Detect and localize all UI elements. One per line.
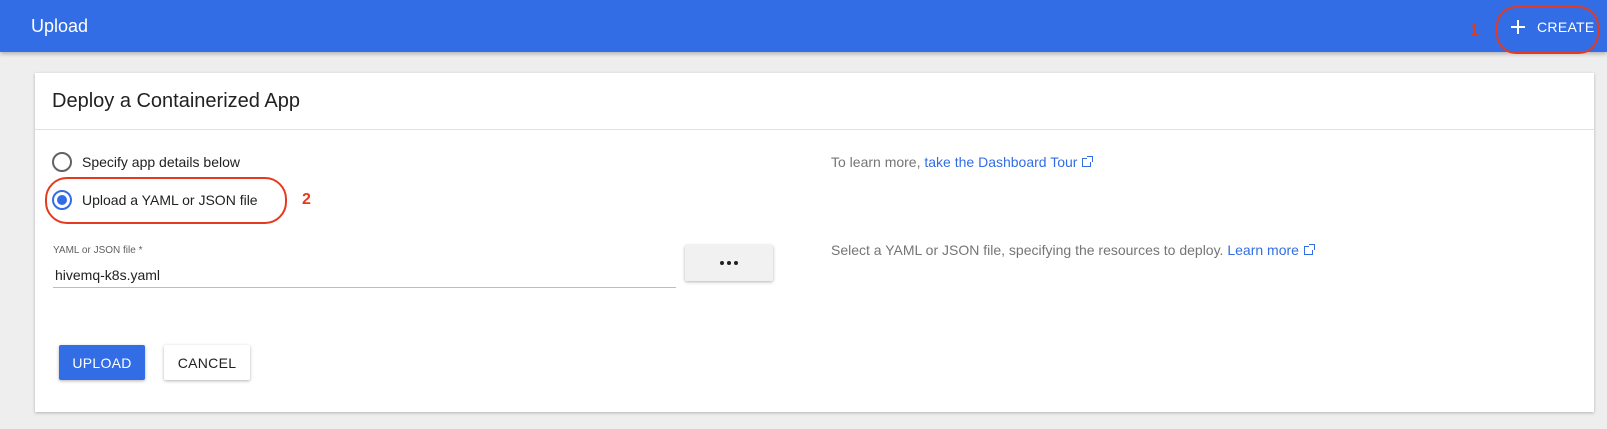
upload-button[interactable]: UPLOAD [59,345,145,380]
more-horiz-icon [727,261,731,265]
dashboard-tour-link[interactable]: take the Dashboard Tour [924,154,1077,170]
browse-file-button[interactable] [685,245,773,281]
file-field-label: YAML or JSON file * [53,245,143,256]
annotation-step-2: 2 [302,191,311,208]
file-path-input[interactable] [53,262,676,288]
learn-more-link[interactable]: Learn more [1227,242,1299,258]
annotation-ring-1 [1496,6,1599,54]
radio-specify-app-details[interactable]: Specify app details below [52,152,240,172]
file-help-text: Select a YAML or JSON file, specifying t… [831,242,1228,258]
radio-button-unchecked[interactable] [52,152,72,172]
card-header: Deploy a Containerized App [35,73,1594,130]
annotation-step-1: 1 [1470,22,1479,39]
external-link-icon[interactable] [1082,156,1094,167]
deploy-card: Deploy a Containerized App Specify app d… [35,73,1594,412]
file-help: Select a YAML or JSON file, specifying t… [831,242,1315,258]
external-link-icon[interactable] [1303,244,1315,255]
cancel-button[interactable]: CANCEL [164,345,250,380]
card-title: Deploy a Containerized App [52,90,300,112]
more-horiz-icon [734,261,738,265]
top-app-bar: Upload CREATE [0,0,1607,52]
help-prefix: To learn more, [831,154,925,170]
radio-label: Specify app details below [82,154,240,170]
more-horiz-icon [720,261,724,265]
dashboard-tour-help: To learn more, take the Dashboard Tour [831,154,1094,170]
annotation-ring-2 [45,177,287,224]
page-title: Upload [31,16,89,36]
